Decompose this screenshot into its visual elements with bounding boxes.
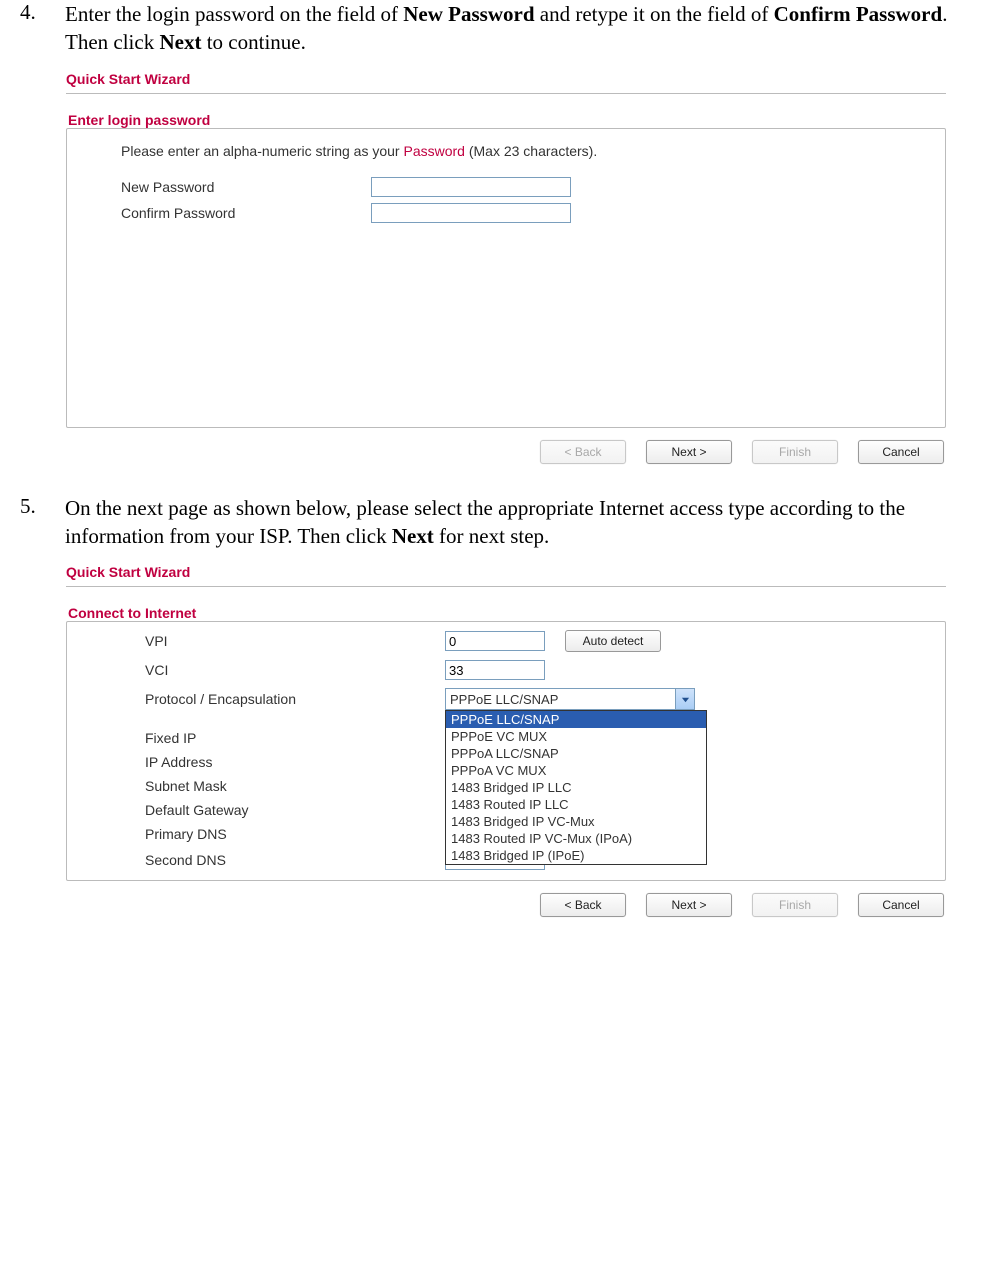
protocol-selected-text: PPPoE LLC/SNAP [446, 692, 675, 707]
confirm-password-input[interactable] [371, 203, 571, 223]
protocol-combo[interactable]: PPPoE LLC/SNAP PPPoE LLC/SNAP PPPoE VC M… [445, 688, 695, 710]
default-gateway-label: Default Gateway [145, 802, 445, 818]
vpi-input[interactable] [445, 631, 545, 651]
step-4-t1: Enter the login password on the field of [65, 2, 403, 26]
step-4-text: Enter the login password on the field of… [65, 0, 984, 57]
wizard-screenshot-1: Quick Start Wizard Enter login password … [66, 67, 946, 466]
wizard1-button-row: < Back Next > Finish Cancel [66, 428, 946, 466]
wizard1-title: Quick Start Wizard [66, 67, 946, 94]
subnet-mask-label: Subnet Mask [145, 778, 445, 794]
primary-dns-label: Primary DNS [145, 826, 445, 842]
new-password-label: New Password [121, 179, 371, 195]
wizard1-panel: Please enter an alpha-numeric string as … [66, 128, 946, 428]
step-5: 5. On the next page as shown below, plea… [20, 494, 984, 551]
wizard-screenshot-2: Quick Start Wizard Connect to Internet V… [66, 560, 946, 919]
new-password-input[interactable] [371, 177, 571, 197]
wizard2-title: Quick Start Wizard [66, 560, 946, 587]
step-5-b1: Next [392, 524, 434, 548]
wizard2-section-title: Connect to Internet [66, 605, 946, 621]
cancel-button[interactable]: Cancel [858, 893, 944, 917]
confirm-password-label: Confirm Password [121, 205, 371, 221]
chevron-down-icon[interactable] [675, 689, 694, 709]
wizard2-button-row: < Back Next > Finish Cancel [66, 881, 946, 919]
step-4-b3: Next [159, 30, 201, 54]
vpi-label: VPI [145, 633, 445, 649]
protocol-option[interactable]: PPPoE VC MUX [446, 728, 706, 745]
wizard1-section-title: Enter login password [66, 112, 946, 128]
step-4-b2: Confirm Password [774, 2, 943, 26]
protocol-option[interactable]: 1483 Bridged IP LLC [446, 779, 706, 796]
step-4: 4. Enter the login password on the field… [20, 0, 984, 57]
step-4-t4: to continue. [201, 30, 305, 54]
protocol-option[interactable]: PPPoA VC MUX [446, 762, 706, 779]
protocol-label: Protocol / Encapsulation [145, 691, 445, 707]
step-4-t2: and retype it on the field of [535, 2, 774, 26]
back-button[interactable]: < Back [540, 440, 626, 464]
step-5-text: On the next page as shown below, please … [65, 494, 984, 551]
auto-detect-button[interactable]: Auto detect [565, 630, 661, 652]
protocol-option[interactable]: 1483 Routed IP VC-Mux (IPoA) [446, 830, 706, 847]
wizard2-panel: VPI Auto detect VCI Protocol / Encapsula… [66, 621, 946, 881]
second-dns-label: Second DNS [145, 852, 445, 868]
step-5-t2: for next step. [434, 524, 549, 548]
wizard1-intro: Please enter an alpha-numeric string as … [85, 143, 927, 159]
protocol-option[interactable]: PPPoA LLC/SNAP [446, 745, 706, 762]
wizard1-intro-post: (Max 23 characters). [465, 143, 597, 159]
protocol-option[interactable]: PPPoE LLC/SNAP [446, 711, 706, 728]
finish-button[interactable]: Finish [752, 440, 838, 464]
next-button[interactable]: Next > [646, 893, 732, 917]
vci-label: VCI [145, 662, 445, 678]
wizard1-intro-pre: Please enter an alpha-numeric string as … [121, 143, 403, 159]
cancel-button[interactable]: Cancel [858, 440, 944, 464]
wizard1-intro-pw: Password [403, 143, 464, 159]
protocol-option[interactable]: 1483 Routed IP LLC [446, 796, 706, 813]
fixed-ip-label: Fixed IP [145, 730, 445, 746]
protocol-option[interactable]: 1483 Bridged IP (IPoE) [446, 847, 706, 864]
ip-address-label: IP Address [145, 754, 445, 770]
finish-button[interactable]: Finish [752, 893, 838, 917]
step-4-number: 4. [20, 0, 65, 57]
step-5-number: 5. [20, 494, 65, 551]
step-4-b1: New Password [403, 2, 534, 26]
protocol-option[interactable]: 1483 Bridged IP VC-Mux [446, 813, 706, 830]
protocol-dropdown[interactable]: PPPoE LLC/SNAP PPPoE VC MUX PPPoA LLC/SN… [445, 710, 707, 865]
back-button[interactable]: < Back [540, 893, 626, 917]
next-button[interactable]: Next > [646, 440, 732, 464]
vci-input[interactable] [445, 660, 545, 680]
